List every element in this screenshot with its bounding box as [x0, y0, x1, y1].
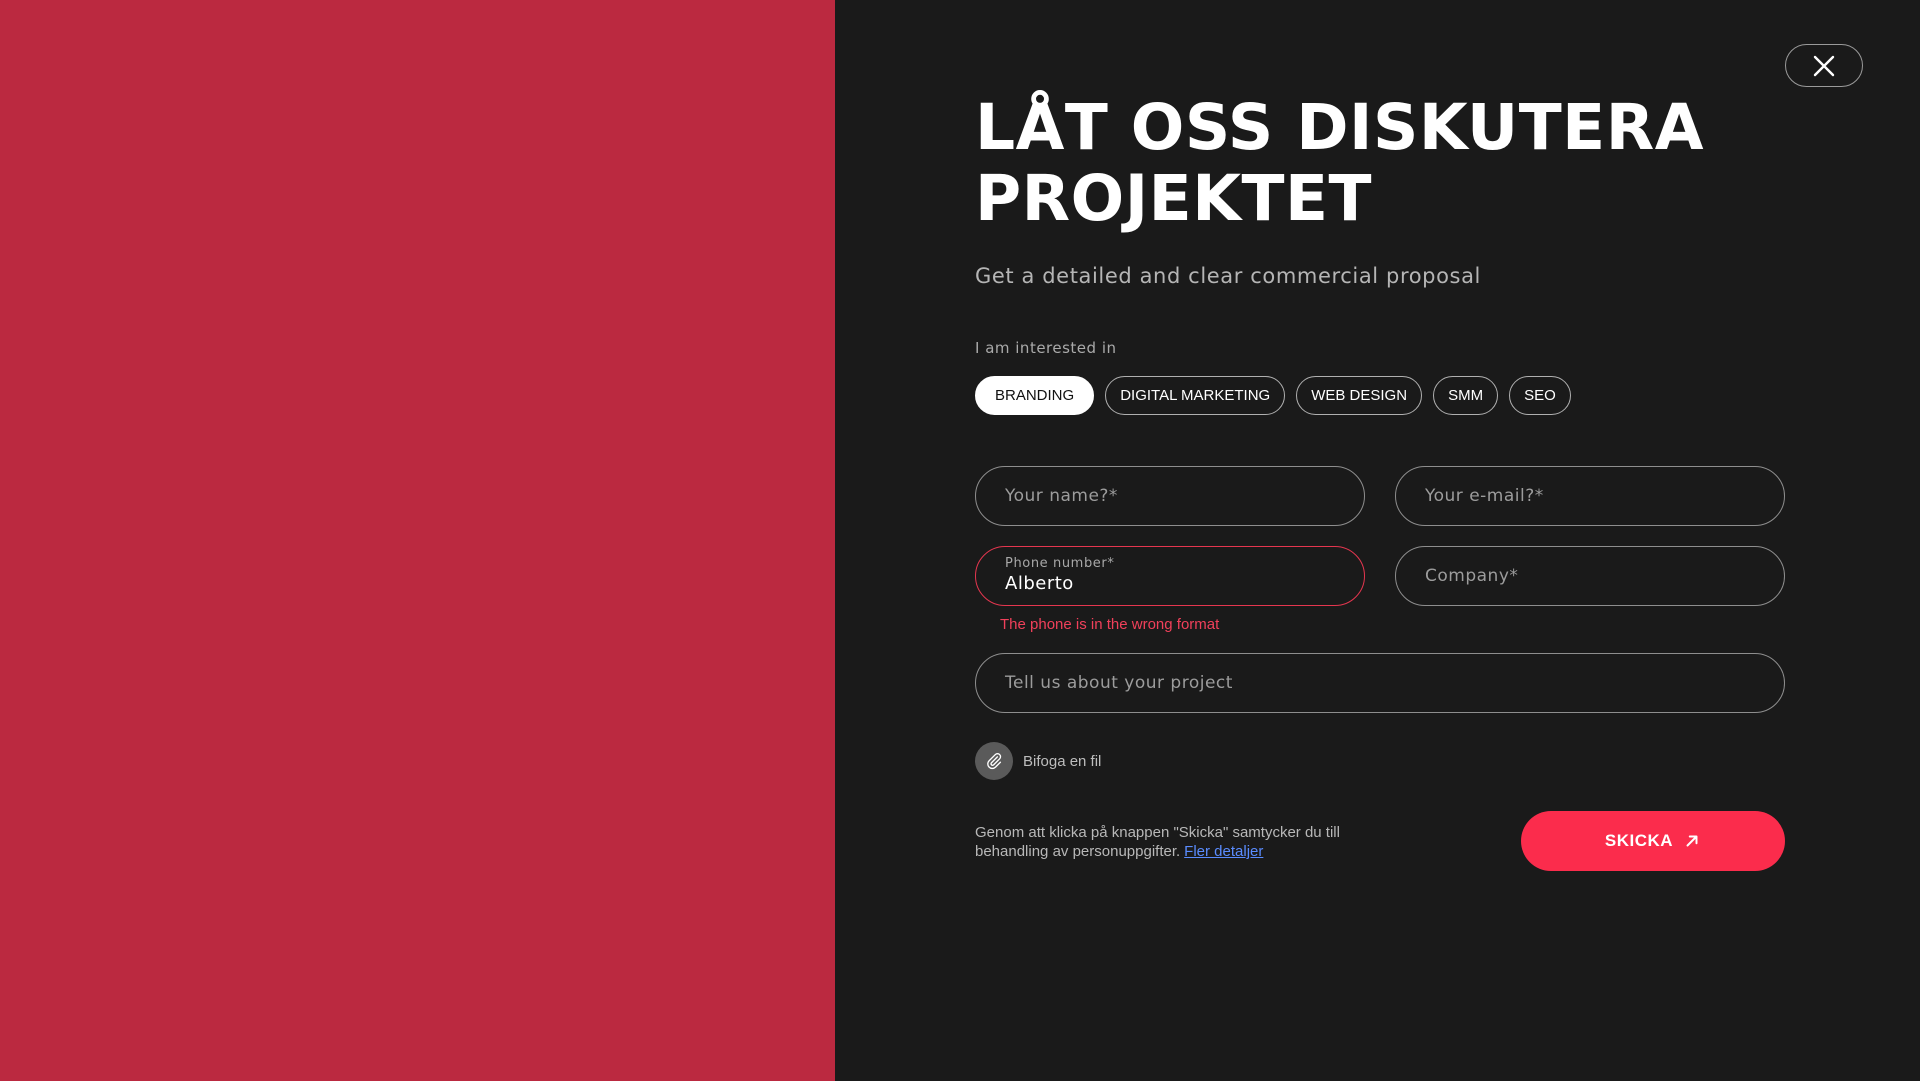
- email-field[interactable]: Your e-mail?*: [1395, 466, 1785, 526]
- submit-label: SKICKA: [1604, 831, 1674, 850]
- attach-file-button[interactable]: Bifoga en fil: [975, 742, 1101, 780]
- consent-body: Genom att klicka på knappen "Skicka" sam…: [975, 824, 1340, 860]
- phone-field[interactable]: Phone number* Alberto: [975, 546, 1365, 606]
- company-field[interactable]: Company*: [1395, 546, 1785, 606]
- email-placeholder: Your e-mail?*: [1425, 486, 1544, 506]
- project-placeholder: Tell us about your project: [1005, 673, 1233, 693]
- company-placeholder: Company*: [1425, 566, 1519, 586]
- page-title: LÅT OSS DISKUTERA PROJEKTET: [975, 91, 1704, 235]
- interest-label: I am interested in: [975, 339, 1117, 357]
- decorative-side-panel: [0, 0, 835, 1081]
- phone-label: Phone number*: [1005, 556, 1115, 571]
- consent-text: Genom att klicka på knappen "Skicka" sam…: [975, 823, 1395, 861]
- phone-value: Alberto: [1005, 573, 1074, 594]
- phone-error-message: The phone is in the wrong format: [1000, 616, 1220, 633]
- name-placeholder: Your name?*: [1005, 486, 1118, 506]
- chip-web-design[interactable]: WEB DESIGN: [1296, 376, 1423, 415]
- chip-digital-marketing[interactable]: DIGITAL MARKETING: [1105, 376, 1286, 415]
- page-subtitle: Get a detailed and clear commercial prop…: [975, 264, 1481, 288]
- close-icon: [1813, 55, 1835, 76]
- name-field[interactable]: Your name?*: [975, 466, 1365, 526]
- chip-seo[interactable]: SEO: [1509, 376, 1571, 415]
- chip-smm[interactable]: SMM: [1433, 376, 1499, 415]
- close-button[interactable]: [1785, 44, 1863, 87]
- arrow-up-right-icon: [1686, 835, 1698, 847]
- chip-branding[interactable]: BRANDING: [975, 376, 1095, 415]
- interest-chip-group: BRANDING DIGITAL MARKETING WEB DESIGN SM…: [975, 376, 1571, 415]
- attach-file-label: Bifoga en fil: [1023, 752, 1102, 770]
- project-field[interactable]: Tell us about your project: [975, 653, 1785, 713]
- submit-button[interactable]: SKICKA: [1521, 811, 1785, 871]
- more-details-link[interactable]: Fler detaljer: [1184, 843, 1263, 860]
- paperclip-icon: [975, 742, 1013, 780]
